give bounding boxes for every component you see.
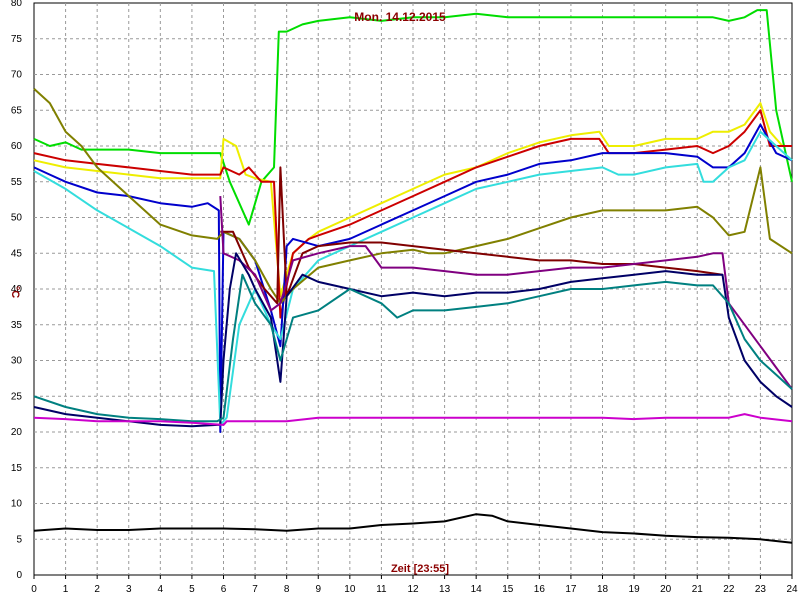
- y-tick-label: 20: [11, 427, 23, 438]
- y-tick-label: 30: [11, 356, 23, 367]
- y-tick-label: 60: [11, 141, 23, 152]
- x-tick-label: 3: [126, 584, 132, 595]
- x-tick-label: 11: [376, 584, 387, 595]
- y-tick-label: 70: [11, 70, 23, 81]
- x-tick-label: 8: [284, 584, 290, 595]
- x-tick-label: 16: [534, 584, 546, 595]
- line-chart: 05101520253035404550556065707580 0123456…: [9, 0, 798, 595]
- x-tick-label: 2: [94, 584, 100, 595]
- x-tick-label: 7: [252, 584, 258, 595]
- x-tick-label: 19: [629, 584, 641, 595]
- x-tick-label: 10: [344, 584, 356, 595]
- y-tick-label: 15: [11, 463, 23, 474]
- x-tick-label: 17: [565, 584, 577, 595]
- x-tick-label: 22: [723, 584, 735, 595]
- x-tick-label: 24: [786, 584, 798, 595]
- x-tick-label: 1: [63, 584, 69, 595]
- x-tick-label: 0: [31, 584, 37, 595]
- y-tick-label: 65: [11, 105, 23, 116]
- y-tick-label: 50: [11, 213, 23, 224]
- y-tick-label: 35: [11, 320, 23, 331]
- x-tick-label: 6: [221, 584, 227, 595]
- x-tick-label: 13: [439, 584, 451, 595]
- y-tick-label: 45: [11, 248, 23, 259]
- y-tick-label: 55: [11, 177, 23, 188]
- x-tick-label: 14: [471, 584, 483, 595]
- x-tick-label: 5: [189, 584, 195, 595]
- x-axis: 0 1 2 3 4 5 6 7 8 9 10 11 12 13 14 15 16 17 18 19 20 21 22 23 24: [31, 575, 798, 595]
- y-tick-label: 0: [16, 570, 22, 581]
- y-tick-label: 75: [11, 34, 23, 45]
- x-tick-label: 12: [407, 584, 419, 595]
- x-tick-label: 9: [315, 584, 321, 595]
- y-tick-label: 5: [16, 534, 22, 545]
- x-tick-label: 4: [158, 584, 164, 595]
- x-tick-label: 18: [597, 584, 609, 595]
- x-tick-label: 20: [660, 584, 672, 595]
- x-axis-label: Zeit [23:55]: [391, 563, 449, 575]
- x-tick-label: 15: [502, 584, 514, 595]
- y-tick-label: 80: [11, 0, 23, 9]
- y-tick-label: 10: [11, 499, 23, 510]
- x-tick-label: 23: [755, 584, 767, 595]
- chart-title: Mon. 14.12.2015: [354, 10, 446, 24]
- x-tick-label: 21: [692, 584, 704, 595]
- y-axis-label: °C: [9, 286, 21, 298]
- y-tick-label: 25: [11, 391, 23, 402]
